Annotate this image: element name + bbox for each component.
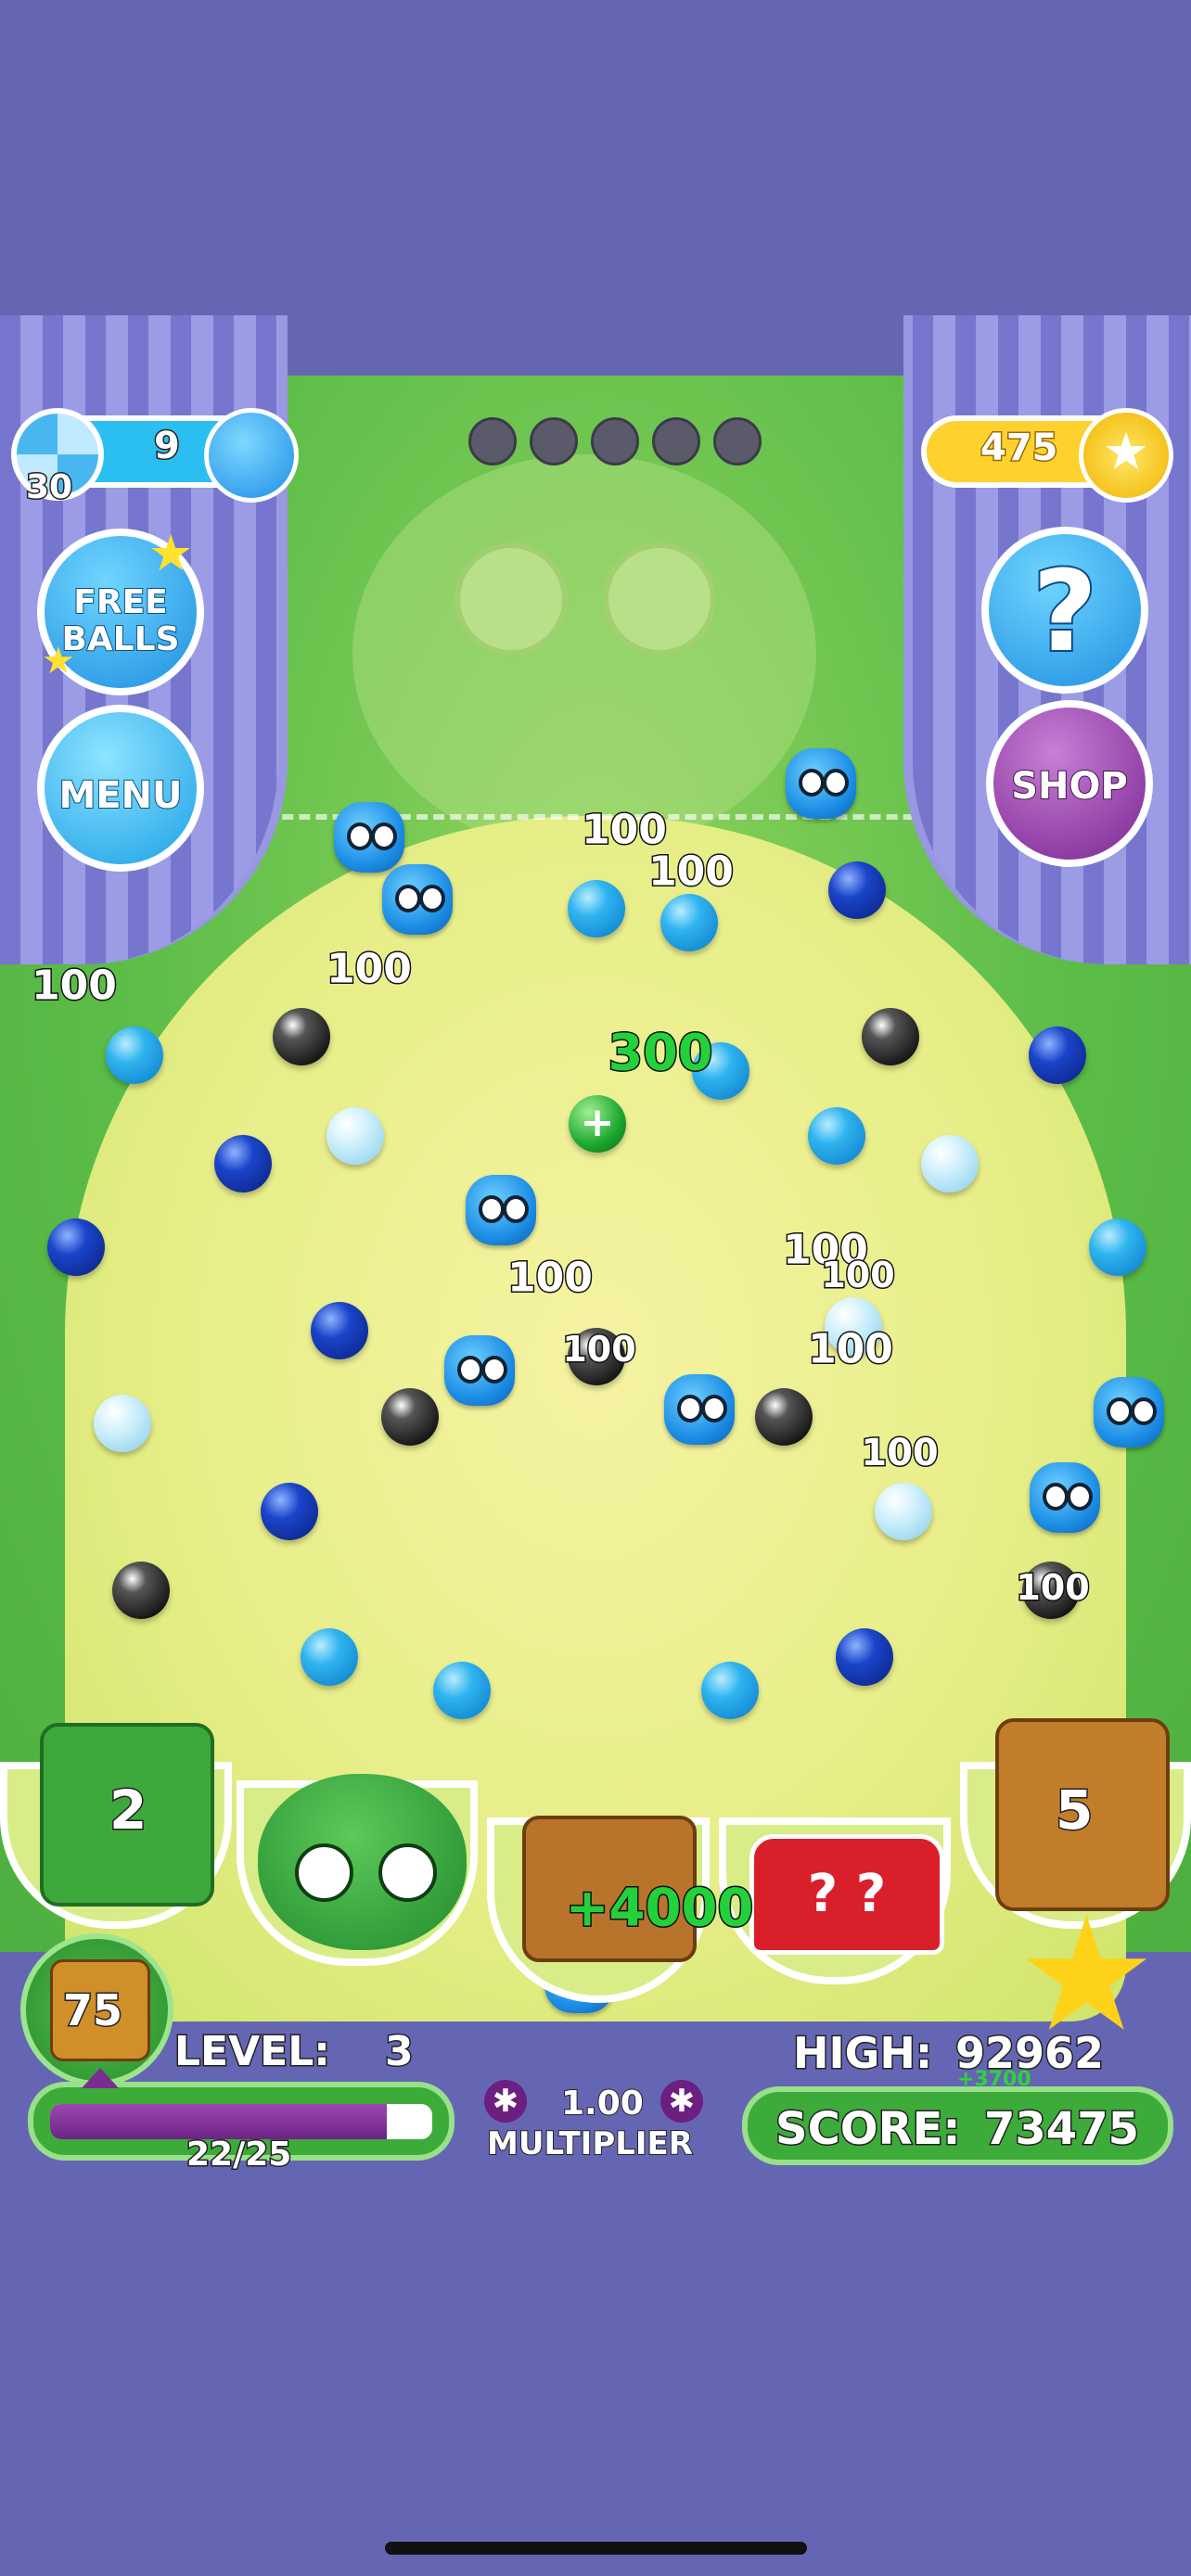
puzzle-pieces-badge: 75	[20, 1933, 173, 2086]
peg	[273, 1008, 330, 1065]
ball	[334, 802, 404, 873]
multiplier-asterisk-icon: ✱	[660, 2080, 703, 2123]
ball	[664, 1374, 735, 1445]
shot-indicator-dot	[652, 417, 700, 465]
score-popup: 100	[561, 1328, 637, 1371]
puzzle-pieces-count: 75	[61, 1984, 123, 2037]
level-progress-text: 22/25	[185, 2135, 292, 2175]
peg	[701, 1662, 759, 1719]
peg	[921, 1135, 979, 1192]
green-bucket-count: 2	[108, 1778, 147, 1843]
shot-indicator-dot	[468, 417, 517, 465]
peg	[828, 861, 886, 919]
score-popup: 100	[581, 805, 669, 855]
shot-indicator-dot	[591, 417, 639, 465]
score-label: SCORE:	[775, 2102, 963, 2157]
balls-remaining-count: 9	[153, 424, 182, 469]
star-icon: ★	[148, 524, 194, 582]
peg	[112, 1562, 170, 1619]
multiplier-value: 1.00	[560, 2084, 645, 2123]
shop-label: SHOP	[1010, 764, 1129, 809]
peg	[433, 1662, 491, 1719]
coin-count: 475	[980, 426, 1059, 471]
ball	[382, 864, 453, 935]
peg	[301, 1628, 358, 1686]
score-popup: 100	[506, 1253, 595, 1303]
shop-button[interactable]: SHOP	[986, 700, 1153, 867]
peg	[261, 1483, 318, 1540]
monster-eye	[295, 1843, 353, 1902]
score-panel: SCORE: 73475	[742, 2086, 1173, 2165]
peg	[381, 1388, 439, 1446]
peg	[94, 1395, 151, 1452]
monster-eye	[378, 1843, 437, 1902]
ghost-mascot-background	[352, 454, 816, 853]
multiplier-asterisk-icon: ✱	[484, 2080, 527, 2123]
help-button[interactable]: ?	[981, 527, 1148, 694]
level-progress-panel: 22/25	[28, 2082, 455, 2175]
coin-pill: 475 ★	[921, 408, 1173, 503]
bonus-score-popup: 300	[607, 1022, 714, 1083]
level-value: 3	[384, 2027, 416, 2077]
peg	[660, 894, 718, 951]
peg	[214, 1135, 272, 1192]
score-popup: 100	[1015, 1566, 1091, 1610]
multiplier-label: MULTIPLIER	[486, 2124, 694, 2163]
peg	[836, 1628, 893, 1686]
level-label: LEVEL:	[173, 2027, 332, 2077]
score-popup: 100	[326, 944, 414, 994]
score-value: 73475	[983, 2102, 1141, 2157]
level-progress-track	[50, 2104, 432, 2139]
shot-indicators	[468, 417, 762, 465]
ghost-eye-left	[455, 542, 568, 656]
ball	[444, 1335, 515, 1406]
star-coin-icon: ★	[1079, 408, 1173, 503]
score-popup: 100	[860, 1431, 940, 1476]
ball	[1094, 1377, 1164, 1447]
peg	[568, 880, 625, 937]
gold-bucket-count: 5	[1054, 1778, 1094, 1843]
peg	[327, 1107, 384, 1165]
score-popup: 100	[807, 1324, 895, 1374]
green-monster-icon	[258, 1774, 467, 1950]
ball	[466, 1175, 536, 1245]
peg	[1029, 1027, 1086, 1084]
progress-marker-icon	[82, 2068, 119, 2088]
peg	[311, 1302, 368, 1359]
menu-button[interactable]: MENU	[37, 705, 204, 872]
score-popup: 100	[820, 1254, 896, 1297]
ball	[786, 748, 856, 819]
shot-indicator-dot	[713, 417, 762, 465]
peg	[1089, 1218, 1146, 1276]
peg	[875, 1483, 932, 1540]
ghost-eye-right	[603, 542, 716, 656]
blue-ball-face-icon	[204, 408, 299, 503]
high-score-label: HIGH:	[791, 2027, 933, 2080]
mystery-chest-icon: ? ?	[749, 1834, 944, 1955]
star-icon: ★	[42, 640, 75, 682]
menu-label: MENU	[58, 773, 183, 818]
level-progress-fill	[50, 2104, 387, 2139]
help-label: ?	[1031, 546, 1099, 679]
home-indicator	[385, 2542, 807, 2555]
peg	[106, 1027, 163, 1084]
score-popup: 100	[647, 847, 736, 897]
shot-indicator-dot	[530, 417, 578, 465]
peg	[862, 1008, 919, 1065]
peg	[808, 1107, 865, 1165]
bucket-bonus-popup: +4000	[564, 1877, 755, 1940]
ball	[1030, 1462, 1100, 1533]
peg	[755, 1388, 813, 1446]
free-balls-label: FREE BALLS	[60, 583, 180, 659]
score-popup: 100	[31, 961, 119, 1011]
reload-count: 30	[24, 467, 73, 508]
peg	[47, 1218, 105, 1276]
bonus-peg	[569, 1095, 626, 1153]
